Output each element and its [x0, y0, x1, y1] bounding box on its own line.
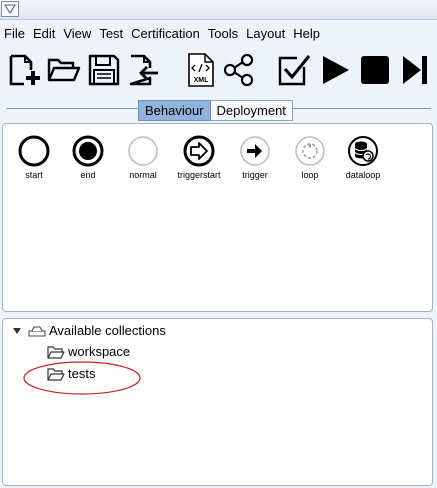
palette-label: start [25, 170, 43, 180]
stop-button[interactable] [357, 52, 393, 88]
end-circle-icon [72, 135, 104, 167]
window-title-bar [0, 0, 437, 20]
menu-layout[interactable]: Layout [242, 25, 289, 43]
new-file-button[interactable] [6, 52, 42, 88]
view-tabs: Behaviour Deployment [138, 100, 293, 121]
run-button[interactable] [317, 52, 353, 88]
palette-label: normal [129, 170, 157, 180]
palette-label: end [80, 170, 96, 180]
menu-edit[interactable]: Edit [29, 25, 59, 43]
xml-file-icon: XML [188, 53, 214, 87]
palette-item-normal[interactable]: normal [115, 134, 171, 181]
palette-label: trigger [242, 170, 268, 180]
system-menu-button[interactable] [1, 1, 19, 17]
tab-behaviour[interactable]: Behaviour [138, 100, 211, 121]
menu-tools[interactable]: Tools [204, 25, 242, 43]
palette-label: triggerstart [177, 170, 221, 180]
loop-icon [295, 136, 325, 166]
xml-badge: XML [194, 77, 210, 84]
tree-node-available-collections[interactable]: Available collections [12, 323, 166, 338]
stop-icon [361, 56, 389, 84]
menu-file[interactable]: File [0, 25, 29, 43]
menu-bar: File Edit View Test Certification Tools … [0, 24, 437, 44]
palette-item-dataloop[interactable]: dataloop [335, 134, 391, 181]
normal-circle-icon [128, 136, 158, 166]
triangle-down-icon [4, 4, 16, 14]
menu-test[interactable]: Test [95, 25, 127, 43]
tree-node-workspace[interactable]: workspace [47, 344, 130, 359]
step-button[interactable] [397, 52, 433, 88]
tree-node-tests[interactable]: tests [47, 366, 95, 381]
open-folder-button[interactable] [46, 52, 82, 88]
folder-icon [47, 367, 65, 381]
folder-icon [47, 345, 65, 359]
start-circle-icon [18, 135, 50, 167]
step-forward-icon [403, 56, 427, 84]
palette-item-loop[interactable]: loop [282, 134, 338, 181]
menu-certification[interactable]: Certification [127, 25, 204, 43]
expand-triangle-icon[interactable] [12, 326, 22, 336]
save-button[interactable] [86, 52, 122, 88]
play-icon [323, 56, 349, 84]
palette-item-end[interactable]: end [60, 134, 116, 181]
import-button[interactable] [124, 52, 160, 88]
new-file-icon [9, 54, 40, 86]
main-toolbar: XML [0, 48, 437, 92]
menu-help[interactable]: Help [289, 25, 324, 43]
checkbox-check-icon [278, 55, 311, 86]
import-file-icon [129, 54, 158, 86]
floppy-disk-icon [88, 54, 120, 86]
palette-item-triggerstart[interactable]: triggerstart [171, 134, 227, 181]
tab-deployment[interactable]: Deployment [210, 100, 293, 121]
certify-button[interactable] [276, 52, 312, 88]
palette-item-start[interactable]: start [6, 134, 62, 181]
collections-tree: Available collections workspace tests [2, 318, 433, 486]
node-palette: start end normal triggerstart trigger lo… [2, 123, 433, 312]
share-icon [223, 53, 254, 87]
share-button[interactable] [221, 52, 257, 88]
collection-tray-icon [28, 326, 46, 336]
palette-item-trigger[interactable]: trigger [227, 134, 283, 181]
palette-label: dataloop [345, 170, 381, 180]
dataloop-icon [348, 136, 378, 166]
xml-button[interactable]: XML [183, 52, 219, 88]
tree-node-label: tests [68, 366, 96, 381]
tree-node-label: Available collections [49, 323, 166, 338]
triggerstart-icon [183, 135, 215, 167]
trigger-icon [240, 136, 270, 166]
tree-node-label: workspace [68, 344, 131, 359]
menu-view[interactable]: View [59, 25, 95, 43]
open-folder-icon [47, 58, 81, 82]
palette-label: loop [301, 170, 319, 180]
